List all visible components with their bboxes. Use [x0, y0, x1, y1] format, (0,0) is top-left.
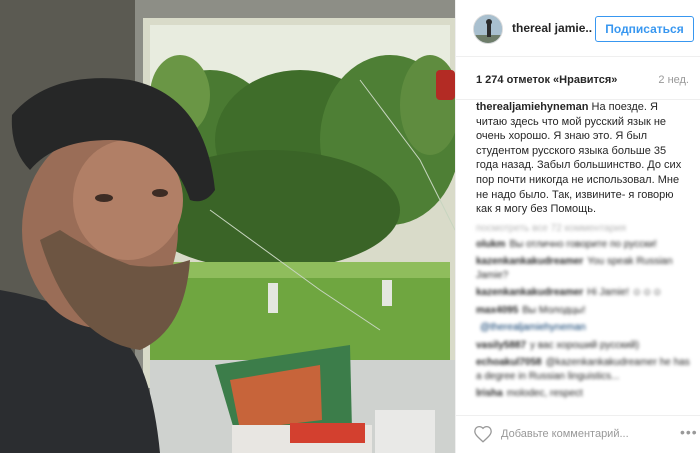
post-meta: 1 274 отметок «Нравится» 2 нед. — [456, 57, 700, 100]
post-header: thereal jamie.. Подписаться — [456, 0, 700, 57]
comment-text: Hi Jamie! ☺☺☺ — [587, 287, 663, 299]
comment-item: max4095 Вы Молодцы! — [476, 304, 691, 318]
more-dots-icon[interactable]: ••• — [680, 424, 698, 440]
heart-icon[interactable] — [473, 425, 493, 443]
comment-item: kazenkankakudreamer You speak Russian Jam… — [476, 255, 691, 282]
post-photo[interactable] — [0, 0, 455, 453]
comment-author[interactable]: echoakul7058 — [476, 357, 542, 368]
comment-text: molodec, respect — [506, 388, 583, 400]
post-sidebar: thereal jamie.. Подписаться 1 274 отмето… — [455, 0, 700, 453]
comment-author[interactable]: kazenkankakudreamer — [476, 287, 583, 298]
comment-mention[interactable]: @therealjamiehyneman — [480, 322, 586, 333]
comment-item: olukm Вы отлично говорите по русски! — [476, 238, 691, 252]
add-comment-bar: ••• — [456, 415, 700, 453]
avatar-image-icon — [474, 15, 502, 43]
post-age[interactable]: 2 нед. — [658, 74, 689, 86]
comment-text: Вы Молодцы! — [522, 304, 586, 316]
likes-count[interactable]: 1 274 отметок «Нравится» — [476, 74, 617, 86]
comment-author[interactable]: lrisha — [476, 388, 503, 399]
load-more-comments[interactable]: посмотреть все 72 комментария — [476, 223, 691, 234]
comment-text: у вас хороший русский) — [530, 339, 640, 351]
selfie-train-photo — [0, 0, 455, 453]
caption-text: На поезде. Я читаю здесь что мой русский… — [476, 101, 682, 216]
comment-text: Вы отлично говорите по русски! — [509, 238, 657, 250]
profile-avatar[interactable] — [473, 14, 503, 44]
add-comment-input[interactable] — [501, 424, 671, 444]
comment-author[interactable]: max4095 — [476, 305, 518, 316]
comment-author[interactable]: olukm — [476, 239, 505, 250]
comments-list: therealjamiehyneman На поезде. Я читаю зд… — [456, 100, 700, 415]
post-caption: therealjamiehyneman На поезде. Я читаю зд… — [476, 100, 691, 217]
comment-item: lrisha molodec, respect — [476, 387, 691, 401]
comment-item: vasily5887 у вас хороший русский) — [476, 339, 691, 353]
comment-author[interactable]: kazenkankakudreamer — [476, 256, 583, 267]
comment-item: @therealjamiehyneman — [476, 321, 691, 335]
post-username[interactable]: thereal jamie.. — [512, 21, 592, 35]
comment-item: kazenkankakudreamer Hi Jamie! ☺☺☺ — [476, 286, 691, 300]
comment-item: echoakul7058 @kazenkankakudreamer he has … — [476, 356, 691, 383]
comment-author[interactable]: vasily5887 — [476, 340, 526, 351]
caption-author[interactable]: therealjamiehyneman — [476, 101, 589, 113]
follow-button[interactable]: Подписаться — [595, 16, 694, 42]
